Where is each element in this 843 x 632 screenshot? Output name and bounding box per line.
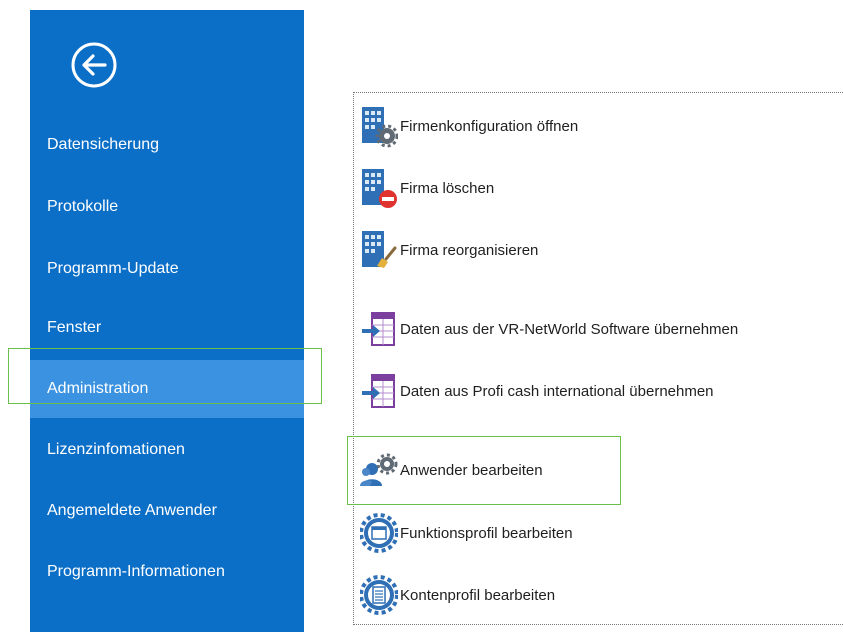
action-firmenkonfiguration-oeffnen[interactable]: Firmenkonfiguration öffnen — [360, 104, 578, 148]
building-brush-icon — [362, 231, 397, 268]
action-label: Daten aus Profi cash international übern… — [400, 382, 714, 400]
action-firma-reorganisieren[interactable]: Firma reorganisieren — [360, 228, 538, 272]
gear-document-icon — [360, 575, 398, 615]
action-label: Anwender bearbeiten — [400, 461, 543, 479]
action-label: Firmenkonfiguration öffnen — [400, 117, 579, 135]
action-label: Firma reorganisieren — [400, 241, 539, 259]
sidebar-item-protokolle[interactable]: Protokolle — [30, 178, 304, 236]
action-profi-cash-import[interactable]: Daten aus Profi cash international übern… — [360, 369, 714, 413]
sidebar-item-datensicherung[interactable]: Datensicherung — [30, 116, 304, 174]
users-gear-icon — [360, 453, 398, 486]
sidebar-item-fenster[interactable]: Fenster — [30, 299, 304, 357]
action-vr-networld-import[interactable]: Daten aus der VR-NetWorld Software übern… — [360, 307, 738, 351]
back-arrow-circle-icon — [71, 42, 117, 88]
action-label: Firma löschen — [400, 179, 495, 197]
back-button[interactable] — [64, 35, 124, 95]
action-funktionsprofil-bearbeiten[interactable]: Funktionsprofil bearbeiten — [360, 511, 573, 555]
gear-window-icon — [360, 513, 398, 553]
sidebar-item-lizenzinformationen[interactable]: Lizenzinfomationen — [30, 421, 304, 479]
action-label: Funktionsprofil bearbeiten — [400, 524, 573, 542]
action-kontenprofil-bearbeiten[interactable]: Kontenprofil bearbeiten — [360, 573, 555, 617]
import-table-icon — [362, 312, 395, 346]
building-gear-icon — [362, 107, 398, 148]
sidebar-item-administration[interactable]: Administration — [30, 360, 304, 418]
action-label: Kontenprofil bearbeiten — [400, 586, 556, 604]
sidebar-item-programm-update[interactable]: Programm-Update — [30, 240, 304, 298]
action-firma-loeschen[interactable]: Firma löschen — [360, 166, 494, 210]
sidebar-item-angemeldete-anwender[interactable]: Angemeldete Anwender — [30, 482, 304, 540]
building-delete-icon — [362, 169, 397, 208]
action-anwender-bearbeiten[interactable]: Anwender bearbeiten — [360, 448, 543, 492]
action-label: Daten aus der VR-NetWorld Software übern… — [400, 320, 739, 338]
import-table-icon — [362, 374, 395, 408]
sidebar-item-programm-informationen[interactable]: Programm-Informationen — [30, 543, 304, 601]
